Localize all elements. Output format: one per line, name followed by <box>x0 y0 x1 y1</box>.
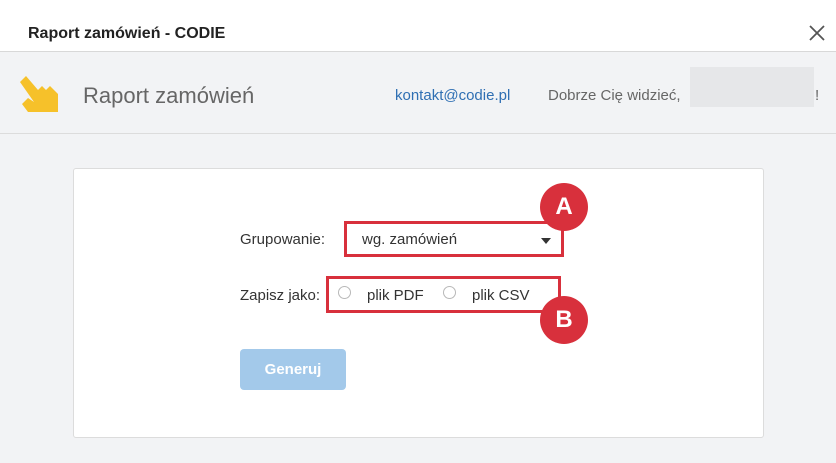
app-header: Raport zamówień kontakt@codie.pl Dobrze … <box>0 52 836 134</box>
grouping-label: Grupowanie: <box>240 231 326 248</box>
window-titlebar: Raport zamówień - CODIE <box>0 0 836 52</box>
save-as-label: Zapisz jako: <box>240 287 321 304</box>
radio-csv-label[interactable]: plik CSV <box>472 287 530 304</box>
greeting-text: Dobrze Cię widzieć, <box>548 87 681 104</box>
grouping-select[interactable]: wg. zamówień <box>344 221 564 257</box>
codie-hand-logo-icon <box>20 76 58 112</box>
greeting-end: ! <box>815 87 820 104</box>
chevron-down-icon <box>541 238 551 244</box>
grouping-select-value: wg. zamówień <box>362 231 458 248</box>
generate-button[interactable]: Generuj <box>240 349 346 390</box>
annotation-badge-a: A <box>540 183 588 231</box>
annotation-badge-b: B <box>540 296 588 344</box>
radio-csv[interactable] <box>443 286 456 299</box>
radio-pdf[interactable] <box>338 286 351 299</box>
close-icon[interactable] <box>808 24 826 42</box>
page-title: Raport zamówień <box>83 83 255 108</box>
contact-email-link[interactable]: kontakt@codie.pl <box>395 87 510 104</box>
window-title: Raport zamówień - CODIE <box>28 25 226 42</box>
username-redacted <box>690 67 814 107</box>
radio-pdf-label[interactable]: plik PDF <box>367 287 424 304</box>
